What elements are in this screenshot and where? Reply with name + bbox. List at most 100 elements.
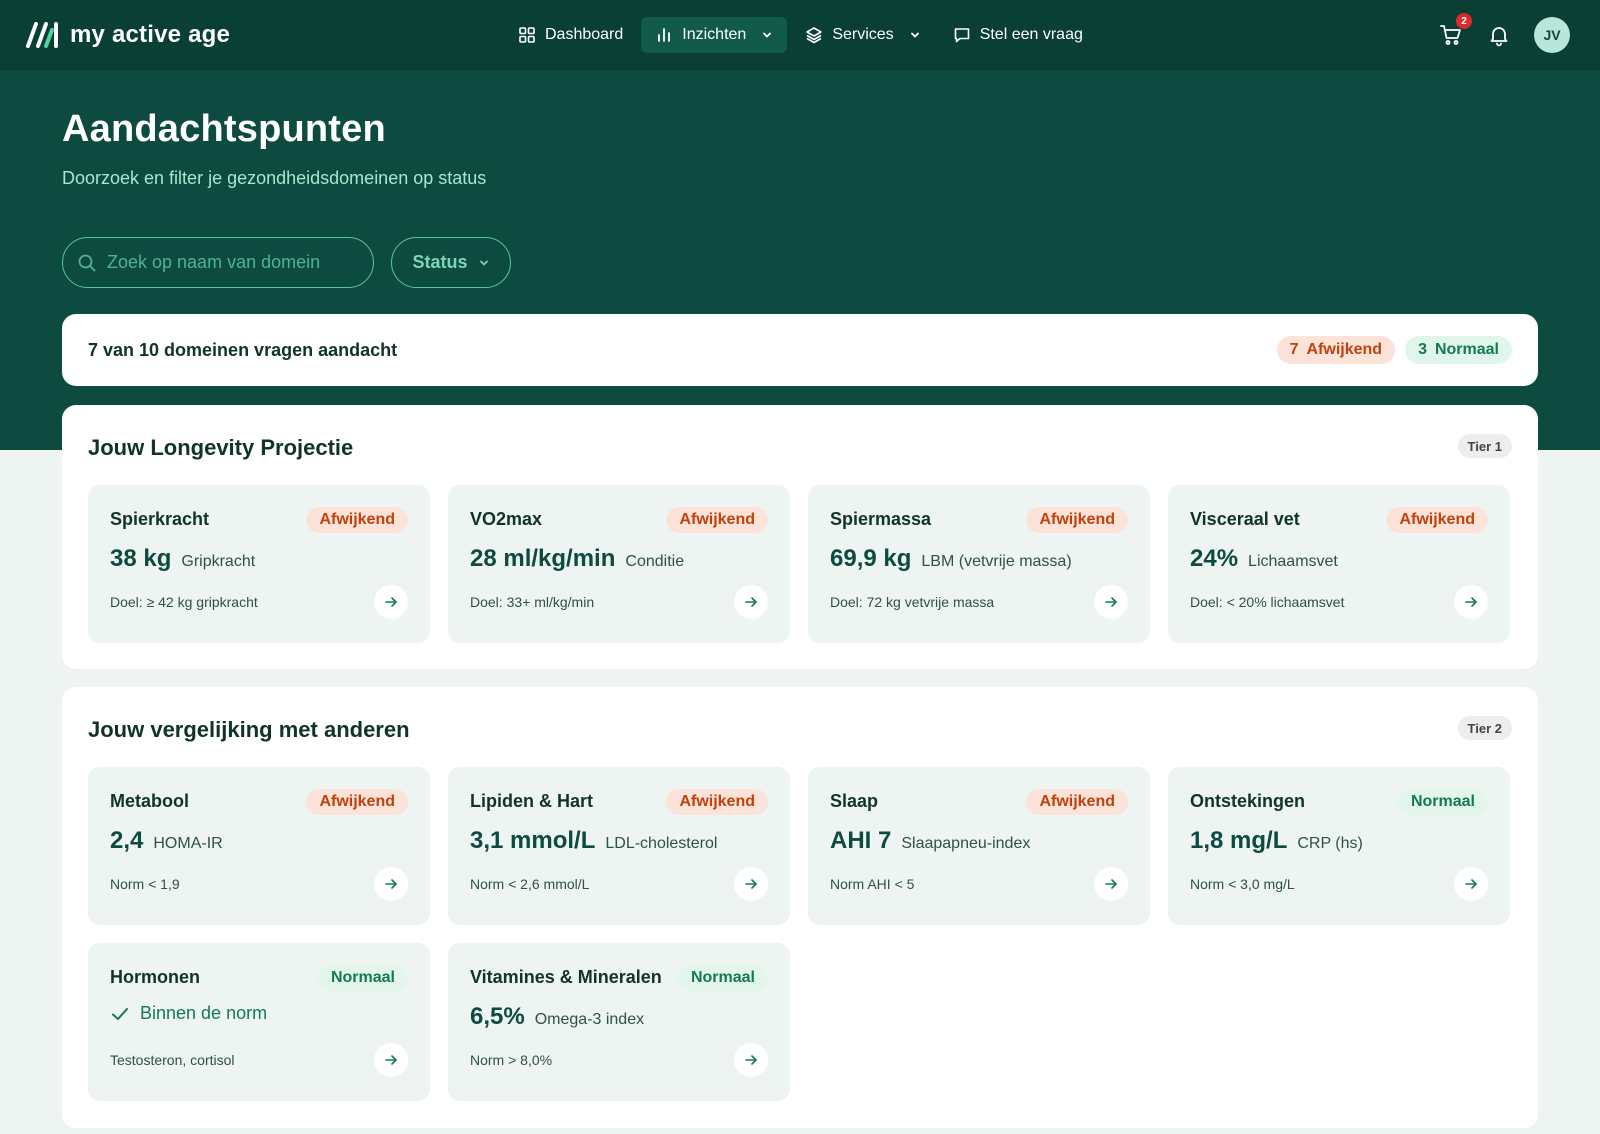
cart-count-badge: 2 (1456, 13, 1472, 29)
arrow-right-icon (745, 1055, 757, 1065)
metric-value: 6,5% (470, 1003, 525, 1030)
card-metric: 28 ml/kg/min Conditie (470, 545, 684, 573)
open-detail-button[interactable] (1094, 867, 1128, 901)
open-detail-button[interactable] (734, 1043, 768, 1077)
metric-value: 3,1 mmol/L (470, 827, 596, 854)
open-detail-button[interactable] (1094, 585, 1128, 619)
nav-item-services[interactable]: Services (791, 17, 934, 53)
open-detail-button[interactable] (734, 585, 768, 619)
metric-value: 38 kg (110, 545, 172, 572)
metric-value: AHI 7 (830, 827, 892, 854)
arrow-right-icon (745, 879, 757, 889)
card-title: Spierkracht (110, 509, 210, 529)
arrow-right-icon (1105, 879, 1117, 889)
card-title: Hormonen (110, 967, 200, 987)
domain-card-vo2max[interactable]: VO2max Afwijkend 28 ml/kg/min Conditie D… (448, 485, 790, 643)
user-avatar[interactable]: JV (1534, 17, 1570, 53)
bell-icon (1490, 27, 1508, 47)
cart-button[interactable]: 2 (1438, 13, 1472, 48)
normal-count-pill[interactable]: 3 Normaal (1405, 336, 1512, 364)
status-badge: Afwijkend (666, 507, 768, 533)
metric-label: Gripkracht (181, 553, 256, 570)
summary-pills: 7 Afwijkend 3 Normaal (1276, 336, 1512, 364)
metric-value: 69,9 kg (830, 545, 912, 572)
search-icon (78, 254, 96, 271)
deviating-label: Afwijkend (1306, 341, 1383, 358)
brand-logo[interactable]: my active age (26, 19, 230, 51)
status-filter-dropdown[interactable]: Status (391, 237, 511, 288)
card-title: Metabool (110, 791, 189, 811)
nav-item-label: Inzichten (682, 26, 747, 43)
open-detail-button[interactable] (1454, 867, 1488, 901)
domain-card-lipiden-hart[interactable]: Lipiden & Hart Afwijkend 3,1 mmol/L LDL-… (448, 767, 790, 925)
status-badge: Afwijkend (306, 789, 408, 815)
nav-item-label: Stel een vraag (979, 26, 1083, 43)
page-subtitle: Doorzoek en filter je gezondheidsdomeine… (62, 168, 487, 188)
nav-item-label: Services (832, 26, 894, 43)
card-title: Spiermassa (830, 509, 932, 529)
status-badge: Afwijkend (306, 507, 408, 533)
domain-card-slaap[interactable]: Slaap Afwijkend AHI 7 Slaapapneu-index N… (808, 767, 1150, 925)
status-badge: Afwijkend (1026, 507, 1128, 533)
open-detail-button[interactable] (374, 1043, 408, 1077)
within-norm-text: Binnen de norm (140, 1003, 268, 1023)
metric-value: 28 ml/kg/min (470, 545, 616, 572)
open-detail-button[interactable] (374, 585, 408, 619)
status-badge: Normaal (677, 965, 768, 991)
domain-card-visceraal-vet[interactable]: Visceraal vet Afwijkend 24% Lichaamsvet … (1168, 485, 1510, 643)
deviating-count-pill[interactable]: 7 Afwijkend (1276, 336, 1396, 364)
chevron-down-icon (763, 32, 772, 38)
deviating-count: 7 (1289, 341, 1299, 358)
card-metric: 1,8 mg/L CRP (hs) (1190, 827, 1363, 855)
card-title: Ontstekingen (1190, 791, 1306, 811)
card-target: Doel: < 20% lichaamsvet (1190, 594, 1345, 610)
card-norm: Norm < 1,9 (110, 876, 180, 892)
chevron-down-icon (479, 260, 488, 266)
bar-chart-icon (658, 28, 671, 42)
card-metric: 69,9 kg LBM (vetvrije massa) (830, 545, 1072, 573)
open-detail-button[interactable] (374, 867, 408, 901)
nav-item-inzichten[interactable]: Inzichten (641, 17, 788, 53)
card-norm: Norm < 3,0 mg/L (1190, 876, 1295, 892)
arrow-right-icon (385, 879, 397, 889)
card-title: Visceraal vet (1190, 509, 1300, 529)
metric-label: Conditie (625, 553, 685, 570)
search-field[interactable] (62, 237, 374, 288)
normal-label: Normaal (1434, 341, 1499, 358)
metric-value: 2,4 (110, 827, 144, 854)
nav-item-dashboard[interactable]: Dashboard (504, 17, 637, 53)
metric-label: LDL-cholesterol (605, 835, 718, 852)
logo-mark-icon (26, 22, 58, 48)
notifications-button[interactable] (1486, 22, 1512, 48)
open-detail-button[interactable] (1454, 585, 1488, 619)
checkmark-icon (112, 1007, 128, 1020)
status-badge: Normaal (317, 965, 408, 991)
layers-icon (806, 27, 823, 44)
card-target: Doel: 72 kg vetvrije massa (830, 594, 995, 610)
domain-card-vitamines-mineralen[interactable]: Vitamines & Mineralen Normaal 6,5% Omega… (448, 943, 790, 1101)
domain-card-spiermassa[interactable]: Spiermassa Afwijkend 69,9 kg LBM (vetvri… (808, 485, 1150, 643)
card-norm: Norm < 2,6 mmol/L (470, 876, 590, 892)
section-longevity-projection: Jouw Longevity Projectie Tier 1 Spierkra… (62, 405, 1538, 669)
card-title: Vitamines & Mineralen (470, 967, 662, 987)
main-nav: Dashboard Inzichten Services Stel een vr… (504, 16, 1097, 54)
domain-card-metabool[interactable]: Metabool Afwijkend 2,4 HOMA-IR Norm < 1,… (88, 767, 430, 925)
card-title: VO2max (470, 509, 543, 529)
metric-value: 24% (1190, 545, 1239, 572)
arrow-right-icon (1465, 597, 1477, 607)
nav-item-stel-een-vraag[interactable]: Stel een vraag (939, 17, 1097, 53)
top-navigation: my active age Dashboard Inzichten Servic… (0, 0, 1600, 70)
domain-card-hormonen[interactable]: Hormonen Normaal Binnen de norm Testoste… (88, 943, 430, 1101)
card-metric: 6,5% Omega-3 index (470, 1003, 644, 1031)
status-filter-label: Status (412, 252, 468, 272)
status-badge: Afwijkend (666, 789, 768, 815)
metric-label: HOMA-IR (153, 835, 223, 852)
section-comparison-with-others: Jouw vergelijking met anderen Tier 2 Met… (62, 687, 1538, 1128)
metric-value: 1,8 mg/L (1190, 827, 1288, 854)
domain-card-ontstekingen[interactable]: Ontstekingen Normaal 1,8 mg/L CRP (hs) N… (1168, 767, 1510, 925)
search-input[interactable] (107, 252, 347, 273)
chevron-down-icon (910, 32, 919, 38)
status-badge: Normaal (1397, 789, 1488, 815)
domain-card-spierkracht[interactable]: Spierkracht Afwijkend 38 kg Gripkracht D… (88, 485, 430, 643)
open-detail-button[interactable] (734, 867, 768, 901)
